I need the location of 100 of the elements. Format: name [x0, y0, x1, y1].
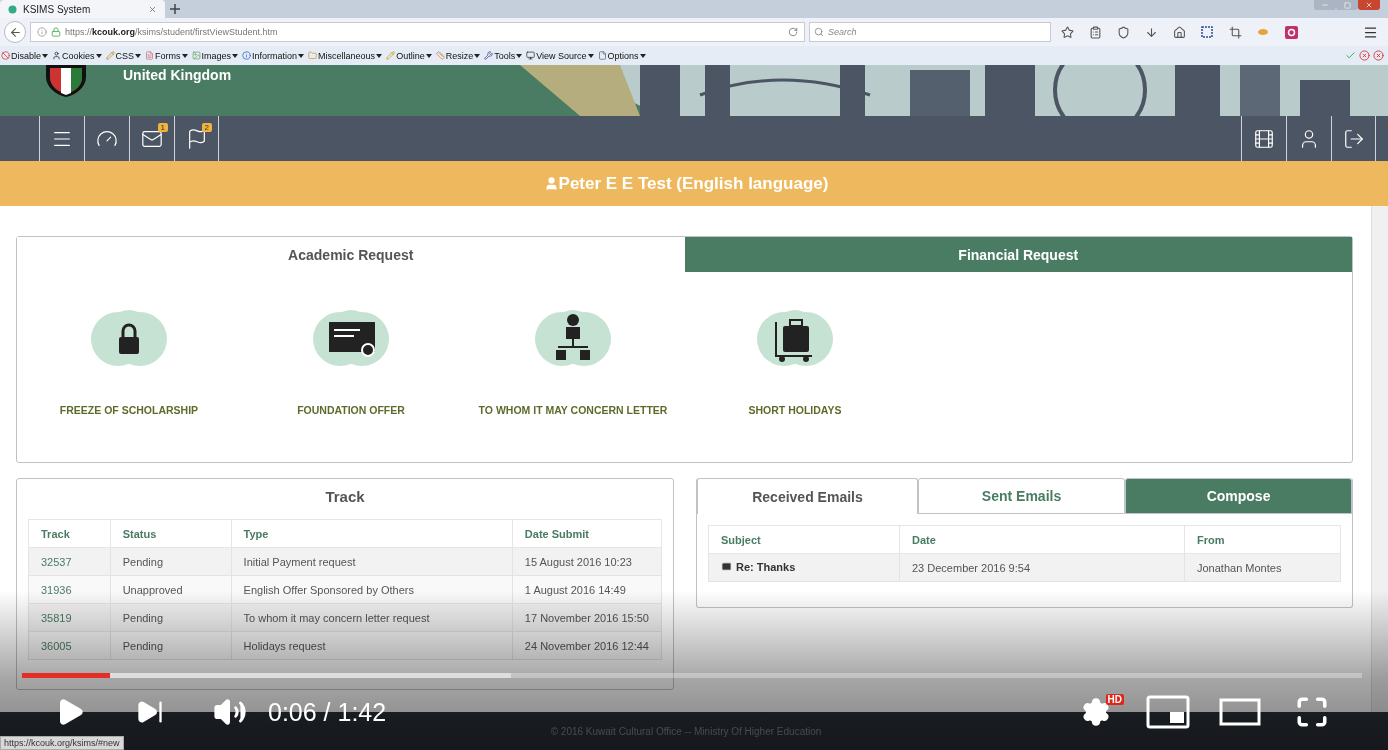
film-icon: [1253, 127, 1275, 150]
wrench-icon: [484, 51, 494, 60]
compose-button[interactable]: Compose: [1125, 478, 1352, 514]
search-field[interactable]: Search: [809, 22, 1051, 42]
miniplayer-icon: [1146, 695, 1190, 729]
caret-icon: [232, 53, 239, 58]
error-icon[interactable]: [1359, 50, 1370, 61]
request-link[interactable]: TO WHOM IT MAY CONCERN LETTER: [478, 404, 668, 416]
column-header: Date: [899, 525, 1185, 554]
column-header: Date Submit: [512, 519, 662, 548]
envelope-icon: [721, 561, 732, 573]
caret-icon: [587, 53, 594, 58]
column-header: From: [1184, 525, 1341, 554]
user-icon: [543, 176, 559, 191]
window-close-button[interactable]: [1358, 0, 1380, 10]
caret-icon: [474, 53, 481, 58]
table-cell: Jonathan Montes: [1184, 553, 1341, 582]
minimize-icon: [1321, 1, 1329, 9]
column-header: Type: [231, 519, 513, 548]
toolbar-menu[interactable]: CSS: [105, 50, 142, 61]
toolbar-menu[interactable]: Resize: [435, 50, 481, 61]
caret-icon: [516, 53, 523, 58]
toolbar-menu[interactable]: Miscellaneous: [308, 50, 383, 61]
back-button[interactable]: [4, 21, 26, 43]
maximize-icon: [1343, 1, 1351, 9]
student-name: Peter E E Test (English language): [558, 173, 829, 194]
caret-icon: [376, 53, 383, 58]
toolbar-menu[interactable]: Tools: [484, 50, 523, 61]
image-icon: [191, 51, 201, 60]
theater-icon: [1219, 698, 1261, 726]
caret-icon: [639, 53, 646, 58]
track-link[interactable]: 35819: [28, 603, 111, 632]
site-icon: [8, 4, 17, 14]
error-icon[interactable]: [1373, 50, 1384, 61]
email-subject[interactable]: Re: Thanks: [708, 553, 900, 582]
info-icon: [37, 27, 47, 37]
pencil-icon: [386, 51, 396, 60]
url-text: https://kcouk.org/ksims/student/firstViewStudent.htm: [65, 27, 278, 37]
track-link[interactable]: 32537: [28, 547, 111, 576]
caret-icon: [135, 53, 142, 58]
request-tab[interactable]: Financial Request: [684, 237, 1352, 272]
table-cell: 24 November 2016 12:44: [512, 631, 662, 660]
table-cell: Pending: [110, 603, 232, 632]
caret-icon: [425, 53, 432, 58]
table-cell: Pending: [110, 631, 232, 660]
settings-button[interactable]: HD: [1060, 690, 1132, 734]
folder-icon: [308, 51, 318, 60]
info-icon: [242, 51, 252, 60]
email-tab[interactable]: Received Emails: [697, 478, 918, 514]
close-icon[interactable]: [148, 4, 157, 14]
count-badge: 1: [157, 123, 168, 132]
email-tab[interactable]: Sent Emails: [917, 478, 1126, 514]
logout-icon: [1342, 127, 1365, 150]
lock-icon: [51, 27, 61, 37]
ruler-icon: [435, 51, 445, 60]
toolbar-menu[interactable]: Images: [191, 50, 239, 61]
toolbar-menu[interactable]: Options: [597, 50, 646, 61]
address-field[interactable]: https://kcouk.org/ksims/student/firstViewStudent.htm: [30, 22, 805, 42]
toolbar-menu[interactable]: Disable: [1, 50, 48, 61]
toolbar-menu[interactable]: Outline: [386, 50, 432, 61]
caret-icon: [42, 53, 48, 58]
browser-tab[interactable]: KSIMS System: [0, 0, 165, 18]
video-time: 0:06 / 1:42: [268, 697, 387, 727]
column-header: Track: [28, 519, 111, 548]
toolbar-menu[interactable]: Cookies: [52, 50, 102, 61]
count-badge: 2: [201, 123, 212, 132]
form-icon: [145, 51, 155, 60]
panel-title: Track: [324, 487, 366, 507]
table-cell: Pending: [110, 547, 232, 576]
table-cell: 17 November 2016 15:50: [512, 603, 662, 632]
region-title: United Kingdom: [123, 67, 232, 83]
toolbar-menu[interactable]: Forms: [145, 50, 188, 61]
table-cell: English Offer Sponsored by Others: [231, 575, 513, 604]
monitor-icon: [526, 51, 536, 60]
video-progress-bar[interactable]: [22, 673, 1362, 678]
track-link[interactable]: 36005: [28, 631, 111, 660]
status-url: https://kcouk.org/ksims/#new: [0, 736, 124, 750]
column-header: Subject: [708, 525, 900, 554]
crest-logo: [45, 65, 87, 97]
table-cell: 23 December 2016 9:54: [899, 553, 1185, 582]
toolbar-menu[interactable]: Information: [242, 50, 305, 61]
check-icon[interactable]: [1345, 50, 1356, 61]
document-icon: [597, 51, 607, 60]
reload-icon[interactable]: [788, 27, 798, 37]
request-link[interactable]: SHORT HOLIDAYS: [748, 404, 842, 416]
block-icon: [1, 51, 10, 60]
caret-icon: [95, 53, 102, 58]
fullscreen-icon: [1295, 695, 1329, 729]
table-cell: 15 August 2016 10:23: [512, 547, 662, 576]
caret-icon: [298, 53, 305, 58]
back-arrow-icon: [8, 25, 22, 39]
table-cell: Unapproved: [110, 575, 232, 604]
quality-badge: HD: [1105, 694, 1124, 705]
pencil-icon: [105, 51, 115, 60]
track-link[interactable]: 31936: [28, 575, 111, 604]
table-cell: Initial Payment request: [231, 547, 513, 576]
request-link[interactable]: FOUNDATION OFFER: [297, 404, 405, 416]
toolbar-menu[interactable]: View Source: [526, 50, 594, 61]
close-icon: [1365, 1, 1373, 9]
request-link[interactable]: FREEZE OF SCHOLARSHIP: [59, 404, 199, 416]
